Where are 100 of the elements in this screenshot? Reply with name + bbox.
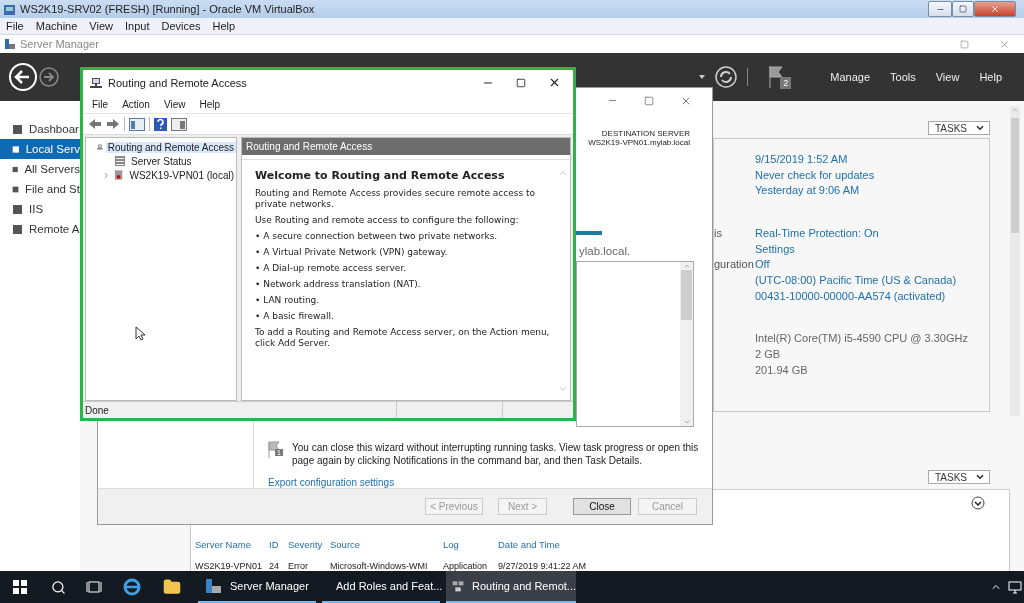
- export-link[interactable]: Export configuration settings: [268, 477, 712, 489]
- menu-item[interactable]: Help: [199, 98, 220, 110]
- forward-arrow-icon: [106, 118, 120, 130]
- sidebar-item[interactable]: Remote A: [0, 219, 80, 239]
- tree-item[interactable]: Routing and Remote Access: [105, 141, 236, 153]
- menu-item[interactable]: File: [92, 98, 109, 110]
- column-header[interactable]: Source: [330, 538, 361, 550]
- wizard-button[interactable]: Close: [573, 498, 631, 516]
- flag-icon: [768, 65, 785, 89]
- table-cell: WS2K19-VPN01: [195, 561, 263, 571]
- tree-item[interactable]: Server Status: [129, 155, 194, 167]
- task-view-icon: [86, 580, 102, 594]
- header-menu-item[interactable]: Help: [979, 71, 1002, 83]
- header-menu-item[interactable]: Tools: [890, 71, 916, 83]
- property-link[interactable]: 9/15/2019 1:52 AM: [755, 152, 989, 165]
- menu-item[interactable]: View: [163, 98, 186, 110]
- welcome-paragraph: Use Routing and remote access to configure the following:: [255, 215, 520, 226]
- bullet-item: • Network address translation (NAT).: [255, 279, 422, 290]
- sidebar-item[interactable]: File and St: [0, 179, 80, 199]
- column-header[interactable]: ID: [269, 538, 279, 550]
- close-icon[interactable]: [548, 76, 561, 89]
- search-icon[interactable]: [50, 579, 66, 595]
- destination-label: DESTINATION SERVER: [601, 129, 690, 138]
- taskbar-app[interactable]: Server Manager: [198, 571, 316, 603]
- column-header[interactable]: Log: [443, 538, 459, 550]
- header-menu-item[interactable]: Manage: [830, 71, 871, 83]
- property-link[interactable]: Settings: [755, 242, 989, 255]
- welcome-heading: Welcome to Routing and Remote Access: [255, 170, 506, 181]
- bullet-item: • A basic firewall.: [255, 311, 335, 322]
- notice-text: You can close this wizard without interrupting running tasks. View task progress or open this page again by clicking Notifications in the command bar, and then Task Details.: [292, 441, 700, 468]
- notification-badge: 2: [780, 77, 792, 89]
- column-header[interactable]: Severity: [288, 538, 323, 550]
- folder-icon[interactable]: [163, 578, 181, 596]
- menu-item[interactable]: Action: [122, 98, 150, 110]
- back-icon: [8, 62, 38, 92]
- sidebar-icon: [12, 223, 23, 235]
- virtualbox-icon: [3, 2, 16, 16]
- bullet-item: • LAN routing.: [255, 295, 321, 306]
- scrollbar[interactable]: [1010, 106, 1020, 416]
- flag-icon: [268, 441, 280, 460]
- property-value: Intel(R) Core(TM) i5-4590 CPU @ 3.30GHz: [755, 332, 969, 345]
- window-title: WS2K19-SRV02 (FRESH) [Running] - Oracle VM VirtualBox: [20, 3, 315, 15]
- menu-item[interactable]: Machine: [35, 20, 78, 32]
- maximize-icon[interactable]: [644, 95, 654, 106]
- window-title: Routing and Remote Access: [108, 76, 247, 89]
- menu-item[interactable]: Input: [124, 20, 150, 32]
- sidebar-icon: [12, 143, 20, 155]
- sidebar-item[interactable]: Local Serv: [0, 139, 80, 159]
- menu-item[interactable]: Devices: [161, 20, 201, 32]
- property-link[interactable]: 00431-10000-00000-AA574 (activated): [755, 289, 989, 302]
- console-tree-icon: [129, 117, 145, 131]
- tasks-button[interactable]: TASKS: [927, 470, 990, 484]
- windows-start-icon: [13, 580, 27, 594]
- header-menu-item[interactable]: View: [935, 71, 960, 83]
- bullet-item: • A Dial-up remote access server.: [255, 263, 408, 274]
- menu-item[interactable]: File: [6, 20, 24, 32]
- minimize-button[interactable]: [928, 1, 952, 17]
- taskbar-app[interactable]: Routing and Remot...: [446, 571, 576, 603]
- property-link[interactable]: Yesterday at 9:06 AM: [755, 184, 989, 197]
- tasks-button[interactable]: TASKS: [927, 121, 990, 135]
- table-cell: Application: [443, 561, 488, 571]
- column-header[interactable]: Server Name: [195, 538, 251, 550]
- refresh-icon: [715, 66, 738, 88]
- progress-bar: [576, 231, 602, 236]
- property-link[interactable]: (UTC-08:00) Pacific Time (US & Canada): [755, 273, 989, 286]
- scrollbar[interactable]: [680, 262, 693, 427]
- sidebar-item[interactable]: Dashboar: [0, 119, 80, 139]
- sidebar-item[interactable]: All Servers: [0, 159, 80, 179]
- expander-icon[interactable]: [102, 170, 111, 180]
- help-icon: [154, 117, 167, 131]
- property-link[interactable]: Off: [755, 258, 989, 271]
- network-server-icon: [90, 76, 102, 89]
- property-link[interactable]: Never check for updates: [755, 168, 989, 181]
- scroll-up-icon[interactable]: [1011, 106, 1019, 114]
- close-button[interactable]: [974, 1, 1016, 17]
- action-pane-icon: [171, 117, 187, 131]
- menu-item[interactable]: Help: [212, 20, 236, 32]
- column-header[interactable]: Date and Time: [498, 538, 560, 550]
- network-icon: [1008, 580, 1022, 594]
- server-manager-icon: [204, 577, 222, 595]
- collapse-icon: [971, 496, 985, 510]
- dropdown-icon: [699, 75, 706, 79]
- tree-item[interactable]: WS2K19-VPN01 (local): [127, 169, 236, 181]
- caret-icon: [975, 123, 985, 133]
- browser-icon: [122, 577, 142, 597]
- property-link[interactable]: Real-Time Protection: On: [755, 226, 989, 239]
- property-label: is: [714, 226, 723, 239]
- menu-item[interactable]: View: [89, 20, 113, 32]
- maximize-icon[interactable]: [516, 77, 526, 88]
- property-label: guration: [714, 258, 755, 271]
- scroll-down-icon[interactable]: [558, 384, 568, 394]
- window-title: Server Manager: [20, 38, 99, 50]
- taskbar-app[interactable]: Add Roles and Feat...: [322, 571, 440, 603]
- table-cell: 24: [269, 561, 279, 571]
- sidebar-item[interactable]: IIS: [0, 199, 80, 219]
- maximize-button[interactable]: [952, 1, 974, 17]
- scroll-up-icon[interactable]: [558, 168, 568, 178]
- property-value: 201.94 GB: [755, 363, 809, 376]
- server-icon: [113, 169, 125, 181]
- destination-server: WS2K19-VPN01.mylab.local: [588, 138, 690, 147]
